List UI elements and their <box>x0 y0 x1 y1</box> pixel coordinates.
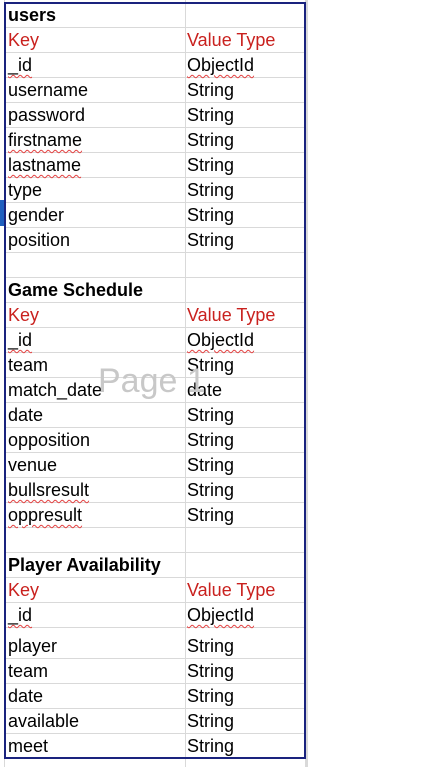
print-range-border <box>4 2 306 759</box>
spreadsheet-grid[interactable]: users Key Value Type _id ObjectId username Str… <box>0 0 436 767</box>
